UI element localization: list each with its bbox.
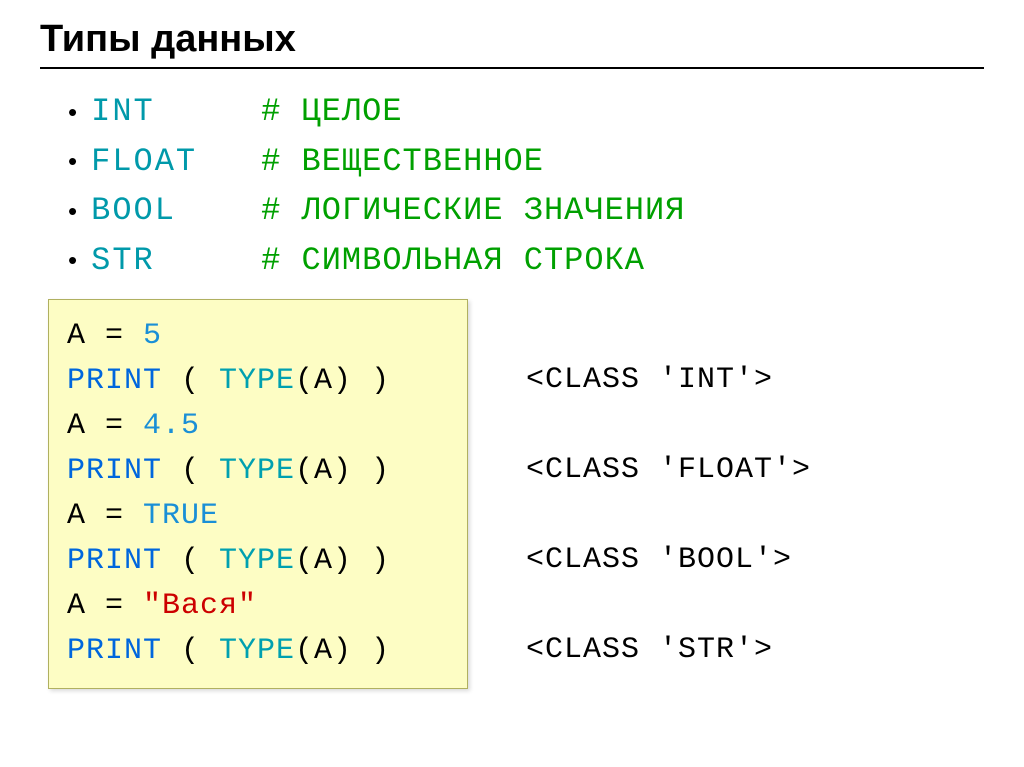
type-row-str: • STR # СИМВОЛЬНАЯ СТРОКА: [68, 236, 984, 286]
output-spacer: [526, 403, 811, 448]
code-line-assign-vasya: A = "Вася": [67, 584, 449, 629]
type-name: INT: [91, 87, 261, 137]
code-line-print-3: PRINT ( TYPE(A) ): [67, 539, 449, 584]
output-str: <CLASS 'STR'>: [526, 628, 811, 673]
type-comment: # ВЕЩЕСТВЕННОЕ: [261, 137, 544, 187]
bullet-icon: •: [68, 191, 77, 231]
code-example-row: A = 5 PRINT ( TYPE(A) ) A = 4.5 PRINT ( …: [48, 299, 984, 689]
type-comment: # ЦЕЛОЕ: [261, 87, 402, 137]
code-line-assign-5: A = 5: [67, 314, 449, 359]
code-block: A = 5 PRINT ( TYPE(A) ) A = 4.5 PRINT ( …: [48, 299, 468, 689]
bullet-icon: •: [68, 92, 77, 132]
type-name: BOOL: [91, 186, 261, 236]
code-line-print-2: PRINT ( TYPE(A) ): [67, 449, 449, 494]
type-name: STR: [91, 236, 261, 286]
output-float: <CLASS 'FLOAT'>: [526, 448, 811, 493]
output-spacer: [526, 583, 811, 628]
types-list: • INT # ЦЕЛОЕ • FLOAT # ВЕЩЕСТВЕННОЕ • B…: [68, 87, 984, 285]
code-line-print-1: PRINT ( TYPE(A) ): [67, 359, 449, 404]
output-bool: <CLASS 'BOOL'>: [526, 538, 811, 583]
type-comment: # СИМВОЛЬНАЯ СТРОКА: [261, 236, 645, 286]
type-row-bool: • BOOL # ЛОГИЧЕСКИЕ ЗНАЧЕНИЯ: [68, 186, 984, 236]
code-line-print-4: PRINT ( TYPE(A) ): [67, 629, 449, 674]
type-row-float: • FLOAT # ВЕЩЕСТВЕННОЕ: [68, 137, 984, 187]
bullet-icon: •: [68, 240, 77, 280]
type-comment: # ЛОГИЧЕСКИЕ ЗНАЧЕНИЯ: [261, 186, 685, 236]
output-spacer: [526, 493, 811, 538]
type-name: FLOAT: [91, 137, 261, 187]
slide-title: Типы данных: [40, 18, 984, 61]
code-line-assign-45: A = 4.5: [67, 404, 449, 449]
bullet-icon: •: [68, 141, 77, 181]
type-row-int: • INT # ЦЕЛОЕ: [68, 87, 984, 137]
code-line-assign-true: A = TRUE: [67, 494, 449, 539]
title-divider: [40, 67, 984, 69]
output-int: <CLASS 'INT'>: [526, 358, 811, 403]
output-block: <CLASS 'INT'> <CLASS 'FLOAT'> <CLASS 'BO…: [526, 299, 811, 673]
output-spacer: [526, 313, 811, 358]
